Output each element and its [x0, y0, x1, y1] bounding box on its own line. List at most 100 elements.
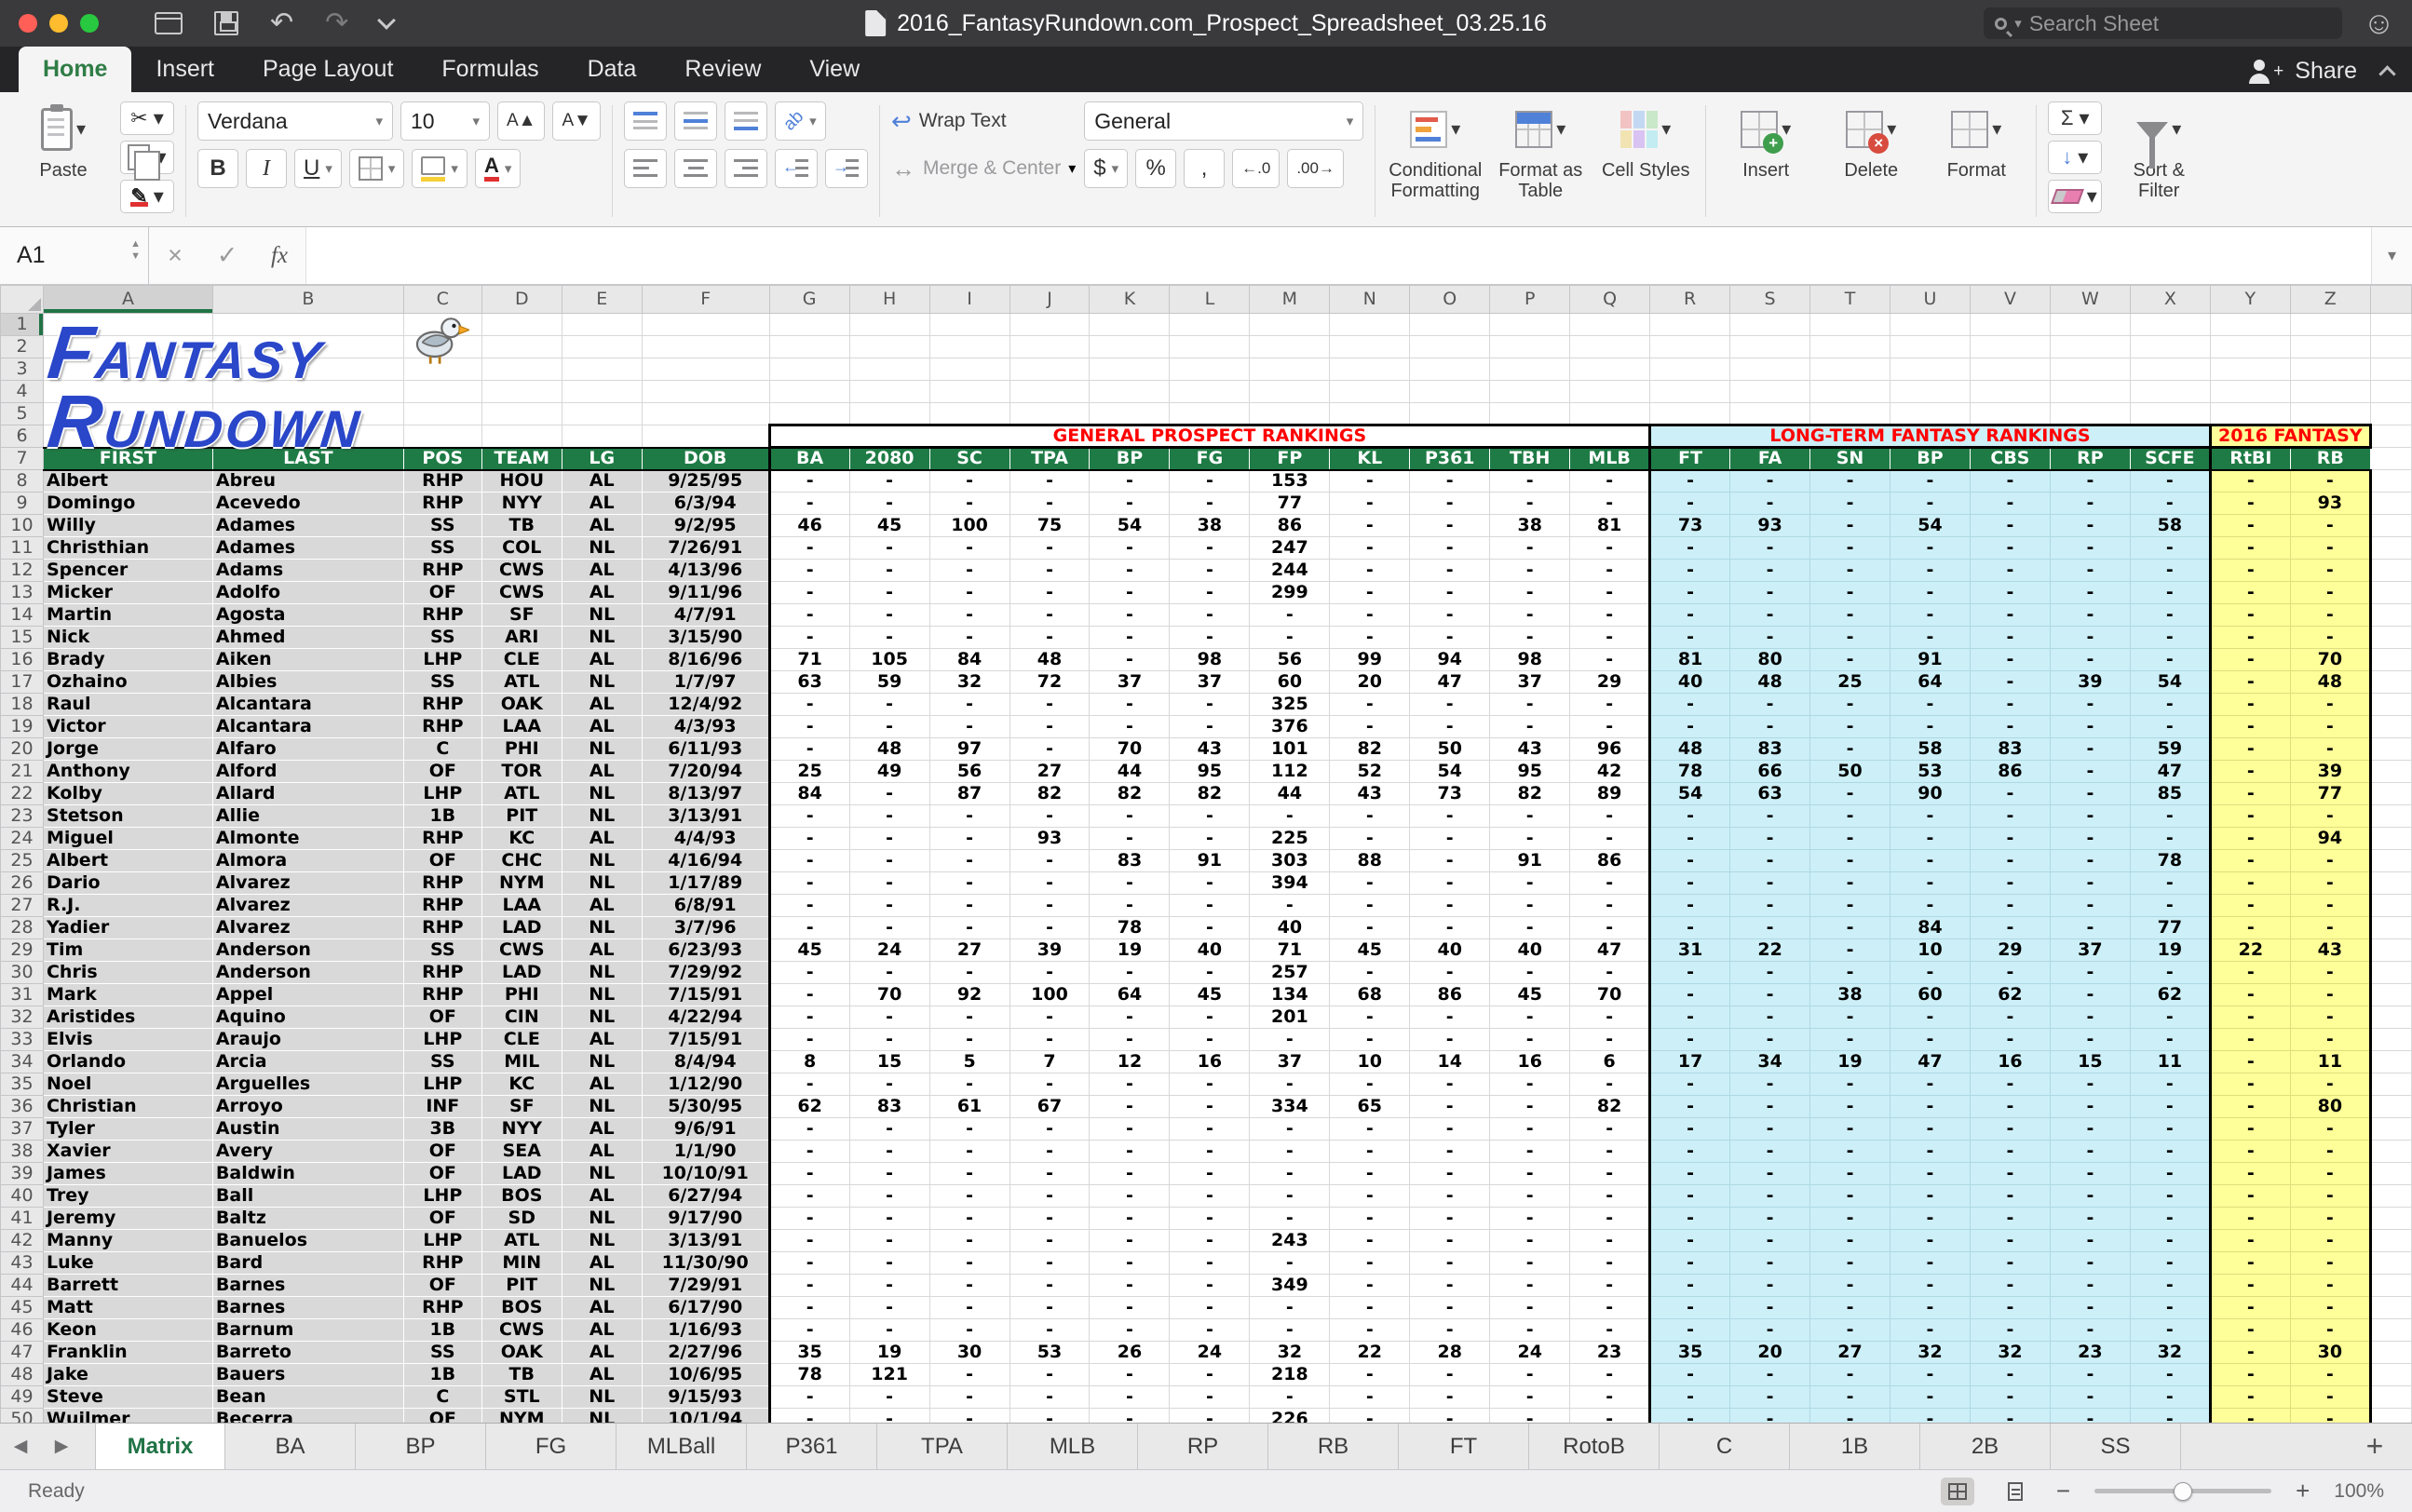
row-number[interactable]: 42: [1, 1230, 44, 1252]
cell[interactable]: -: [2210, 1297, 2290, 1319]
cell[interactable]: -: [929, 1275, 1010, 1297]
cell[interactable]: -: [1570, 917, 1650, 939]
cell[interactable]: Alfaro: [212, 738, 403, 761]
cell[interactable]: 48: [1730, 671, 1810, 694]
cell[interactable]: RHP: [403, 493, 481, 515]
cell[interactable]: -: [1570, 649, 1650, 671]
cell[interactable]: -: [1170, 604, 1250, 627]
cell[interactable]: -: [1730, 917, 1810, 939]
align-top-button[interactable]: [624, 101, 667, 141]
cell[interactable]: -: [1970, 493, 2050, 515]
cell[interactable]: [1090, 358, 1170, 381]
column-header-N[interactable]: N: [1330, 286, 1410, 314]
cell[interactable]: MIL: [481, 1051, 562, 1073]
cell[interactable]: 5: [929, 1051, 1010, 1073]
cell[interactable]: Jorge: [43, 738, 212, 761]
cell[interactable]: -: [1970, 805, 2050, 828]
cell[interactable]: 32: [1250, 1342, 1330, 1364]
cell[interactable]: -: [1090, 1006, 1170, 1029]
cell[interactable]: -: [1010, 917, 1090, 939]
normal-view-button[interactable]: [1941, 1478, 1974, 1505]
cell[interactable]: [403, 314, 481, 336]
cell[interactable]: -: [929, 1252, 1010, 1275]
cell[interactable]: -: [2130, 1208, 2210, 1230]
cell[interactable]: -: [769, 1252, 849, 1275]
cell[interactable]: -: [1730, 1319, 1810, 1342]
cell[interactable]: -: [1890, 1252, 1971, 1275]
cell[interactable]: [2210, 381, 2290, 403]
cell[interactable]: 6/17/90: [642, 1297, 769, 1319]
cell[interactable]: -: [769, 560, 849, 582]
cell[interactable]: [212, 336, 403, 358]
cell[interactable]: SS: [403, 939, 481, 962]
cell[interactable]: [212, 314, 403, 336]
row-number[interactable]: 34: [1, 1051, 44, 1073]
cell[interactable]: -: [1890, 1185, 1971, 1208]
cell[interactable]: [2370, 1185, 2411, 1208]
cell[interactable]: 56: [1250, 649, 1330, 671]
toolbar-options-chevron-icon[interactable]: [377, 11, 396, 30]
cell[interactable]: 24: [1170, 1342, 1250, 1364]
align-right-button[interactable]: [725, 149, 767, 188]
cell[interactable]: 38: [1490, 515, 1570, 537]
cell[interactable]: 16: [1170, 1051, 1250, 1073]
cell[interactable]: -: [769, 962, 849, 984]
cell[interactable]: 8/13/97: [642, 783, 769, 805]
cell[interactable]: -: [1730, 470, 1810, 493]
cell[interactable]: -: [769, 738, 849, 761]
cell[interactable]: Alvarez: [212, 895, 403, 917]
cell[interactable]: -: [2130, 1230, 2210, 1252]
cell[interactable]: 73: [1410, 783, 1490, 805]
column-header-J[interactable]: J: [1010, 286, 1090, 314]
cell[interactable]: -: [1810, 1163, 1890, 1185]
cell[interactable]: -: [1890, 470, 1971, 493]
cell[interactable]: -: [1650, 1252, 1730, 1275]
cell[interactable]: 105: [849, 649, 929, 671]
sheet-tab-rb[interactable]: RB: [1268, 1424, 1399, 1469]
cell[interactable]: -: [1010, 694, 1090, 716]
cell[interactable]: NL: [562, 1275, 642, 1297]
cell[interactable]: AL: [562, 470, 642, 493]
cell[interactable]: NL: [562, 917, 642, 939]
cell[interactable]: 65: [1330, 1096, 1410, 1118]
cell[interactable]: 94: [1410, 649, 1490, 671]
cell[interactable]: -: [1650, 1163, 1730, 1185]
close-window-button[interactable]: [19, 14, 37, 33]
cell[interactable]: INF: [403, 1096, 481, 1118]
cell[interactable]: 247: [1250, 537, 1330, 560]
cell[interactable]: OF: [403, 582, 481, 604]
table-header-cell[interactable]: TBH: [1490, 448, 1570, 470]
cell[interactable]: -: [1170, 1275, 1250, 1297]
cell[interactable]: -: [1890, 1275, 1971, 1297]
cell[interactable]: -: [2290, 1163, 2370, 1185]
cell[interactable]: -: [1410, 537, 1490, 560]
cell[interactable]: -: [1090, 560, 1170, 582]
row-number[interactable]: 13: [1, 582, 44, 604]
cell[interactable]: -: [2290, 560, 2370, 582]
column-header-partial[interactable]: [2370, 286, 2411, 314]
cell[interactable]: -: [1010, 1252, 1090, 1275]
cell[interactable]: -: [1170, 872, 1250, 895]
table-header-cell[interactable]: SC: [929, 448, 1010, 470]
cell[interactable]: -: [1570, 895, 1650, 917]
stepper-up-icon[interactable]: ▲: [130, 238, 141, 250]
cell[interactable]: [1250, 403, 1330, 425]
cell[interactable]: -: [769, 1297, 849, 1319]
cell[interactable]: Bean: [212, 1386, 403, 1409]
cell[interactable]: C: [403, 738, 481, 761]
confirm-entry-icon[interactable]: ✓: [201, 227, 253, 284]
cell[interactable]: -: [2290, 1297, 2370, 1319]
cell[interactable]: -: [1970, 895, 2050, 917]
cell[interactable]: -: [1090, 493, 1170, 515]
cell[interactable]: -: [2210, 1208, 2290, 1230]
cell[interactable]: 84: [929, 649, 1010, 671]
row-number[interactable]: 4: [1, 381, 44, 403]
column-header-M[interactable]: M: [1250, 286, 1330, 314]
cell[interactable]: [2370, 828, 2411, 850]
cell[interactable]: [2370, 358, 2411, 381]
cell[interactable]: 60: [1250, 671, 1330, 694]
cell[interactable]: -: [1570, 1118, 1650, 1141]
cell[interactable]: [2370, 1141, 2411, 1163]
cell[interactable]: 28: [1410, 1342, 1490, 1364]
cell[interactable]: 244: [1250, 560, 1330, 582]
